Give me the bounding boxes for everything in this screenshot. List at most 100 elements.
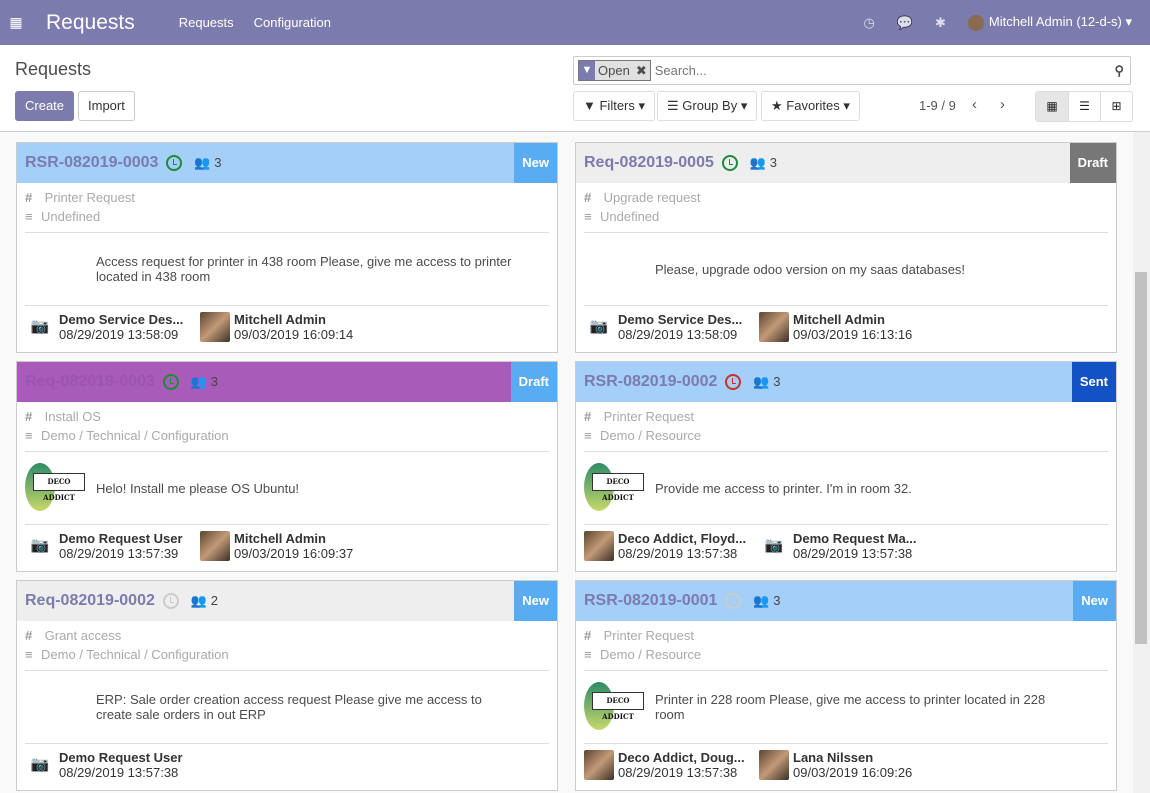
request-type: # Printer Request [576,407,1116,426]
list-icon: ≡ [25,428,33,443]
chat-icon[interactable]: 💬 [897,15,913,31]
user-entry: Deco Addict, Doug... 08/29/2019 13:57:38 [584,750,759,780]
activity-clock-icon[interactable] [162,593,179,609]
user-name: Demo Request Ma... [793,531,917,546]
user-photo [200,531,230,561]
request-title[interactable]: RSR-082019-0001 [584,592,717,610]
type-label: Printer Request [603,628,694,643]
kanban-view-icon[interactable]: ▦ [1036,92,1068,121]
description-text: ERP: Sale order creation access request … [96,692,482,722]
users-icon: 👥 [753,593,770,608]
request-title[interactable]: Req-082019-0005 [584,154,714,172]
filters-dropdown[interactable]: ▼ Filters ▾ [573,91,656,121]
pager-value[interactable]: 1-9 / 9 [919,98,956,113]
users-icon: 👥 [190,593,208,608]
search-icon[interactable]: ⚲ [1114,63,1124,79]
activity-clock-icon[interactable] [721,155,738,171]
favorites-label: Favorites [786,98,840,113]
scrollbar[interactable] [1133,132,1150,793]
type-label: Printer Request [603,409,694,424]
search-bar: ▼Open✖ ⚲ [573,56,1131,85]
request-card[interactable]: RSR-082019-0002 👥 3 Sent # Printer Reque… [575,361,1117,572]
request-card[interactable]: RSR-082019-0003 👥 3 New # Printer Reques… [16,142,558,353]
followers-value: 2 [210,593,218,608]
request-title[interactable]: RSR-082019-0003 [25,154,158,172]
user-entry: 📷 Demo Service Des... 08/29/2019 13:58:0… [25,312,200,342]
activity-clock-icon[interactable] [725,593,742,609]
list-icon: ≡ [584,647,592,662]
stage-badge: Draft [1069,143,1116,183]
favorites-dropdown[interactable]: ★ Favorites ▾ [761,91,860,121]
request-description: Please, upgrade odoo version on my saas … [576,233,1116,305]
category-label: Demo / Resource [600,428,702,443]
card-header: RSR-082019-0002 👥 3 Sent [576,362,1116,402]
followers-value: 3 [769,155,777,170]
activity-clock-icon[interactable] [162,374,179,390]
request-category: ≡ Undefined [576,207,1116,226]
description-text: Printer in 228 room Please, give me acce… [655,692,1046,722]
filters-label: Filters [599,98,635,113]
type-label: Install OS [44,409,101,424]
followers-value: 3 [214,155,222,170]
user-entry: 📷 Demo Request User 08/29/2019 13:57:39 [25,531,200,561]
apps-menu-icon[interactable]: ▦ [0,14,32,31]
import-button[interactable]: Import [78,91,135,121]
logo-text: DECO ADDICT [33,473,85,502]
scrollbar-thumb[interactable] [1135,272,1147,644]
user-name: Mitchell Admin (12-d-s) [988,14,1122,30]
request-title[interactable]: RSR-082019-0002 [584,373,717,391]
request-card[interactable]: RSR-082019-0001 👥 3 New # Printer Reques… [575,580,1117,791]
camera-placeholder-icon: 📷 [764,537,784,554]
group-by-dropdown[interactable]: ☰ Group By ▾ [657,91,758,121]
description-text: Please, upgrade odoo version on my saas … [655,261,966,277]
list-view-icon[interactable]: ☰ [1068,92,1100,121]
type-label: Upgrade request [603,190,701,205]
request-description: DECO ADDICT Provide me access to printer.… [576,452,1116,524]
request-title[interactable]: Req-082019-0002 [25,592,155,610]
remove-facet-icon[interactable]: ✖ [633,63,650,79]
activity-clock-icon[interactable]: ◷ [863,15,874,31]
pager-next-icon[interactable]: › [1000,96,1005,113]
request-card[interactable]: Req-082019-0005 👥 3 Draft # Upgrade requ… [575,142,1117,353]
logo-text: DECO ADDICT [592,473,644,502]
request-type: # Install OS [17,407,557,426]
category-label: Demo / Technical / Configuration [41,428,229,443]
type-label: Grant access [44,628,122,643]
category-label: Demo / Technical / Configuration [41,647,229,662]
request-description: ERP: Sale order creation access request … [17,671,557,743]
request-category: ≡ Undefined [17,207,557,226]
partner-logo: DECO ADDICT [584,463,646,513]
pivot-grid-view-icon[interactable]: ⊞ [1100,92,1132,121]
user-date: 08/29/2019 13:58:09 [618,327,738,342]
user-name: Mitchell Admin [234,312,326,327]
search-input[interactable] [654,63,1115,78]
card-footer: Deco Addict, Doug... 08/29/2019 13:57:38… [576,744,1116,780]
pager-previous-icon[interactable]: ‹ [972,96,977,113]
hash-icon: # [584,409,592,424]
followers-value: 3 [773,374,781,389]
description-text: Helo! Install me please OS Ubuntu! [96,480,300,496]
user-name: Deco Addict, Doug... [618,750,745,765]
user-photo [200,312,230,342]
debug-bug-icon[interactable]: ✱ [935,15,946,31]
user-entry: Lana Nilssen 09/03/2019 16:09:26 [759,750,934,780]
user-menu[interactable]: Mitchell Admin (12-d-s) ▾ [967,14,1132,31]
user-photo [584,750,614,780]
activity-clock-icon[interactable] [725,374,742,390]
menu-requests[interactable]: Requests [179,15,234,30]
user-entry: Mitchell Admin 09/03/2019 16:09:37 [200,531,375,561]
user-entry: Mitchell Admin 09/03/2019 16:13:16 [759,312,934,342]
request-category: ≡ Demo / Technical / Configuration [17,426,557,445]
hash-icon: # [584,628,592,643]
request-card[interactable]: Req-082019-0003 👥 3 Draft # Install OS ≡… [16,361,558,572]
activity-clock-icon[interactable] [166,155,183,171]
followers-count: 👥 3 [753,593,780,609]
filter-icon: ▼ [579,61,595,80]
user-date: 08/29/2019 13:57:39 [59,546,179,561]
request-title[interactable]: Req-082019-0003 [25,373,155,391]
request-card[interactable]: Req-082019-0002 👥 2 New # Grant access ≡… [16,580,558,791]
create-button[interactable]: Create [15,91,75,121]
card-footer: Deco Addict, Floyd... 08/29/2019 13:57:3… [576,525,1116,561]
menu-configuration[interactable]: Configuration [254,15,331,30]
users-icon: 👥 [190,374,208,389]
